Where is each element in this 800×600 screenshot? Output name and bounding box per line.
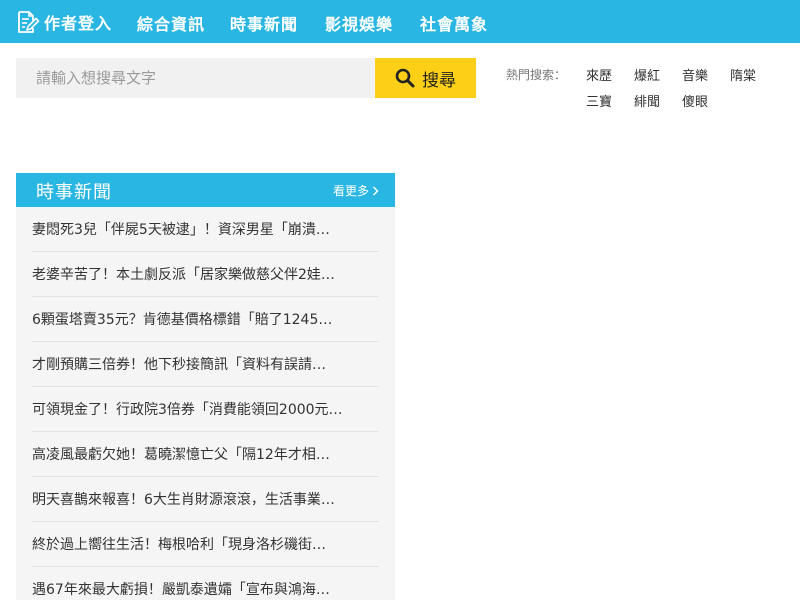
author-login-label: 作者登入 (44, 14, 113, 33)
author-login-link[interactable]: 作者登入 (14, 8, 112, 36)
news-list: 妻悶死3兒「伴屍5天被逮」！資深男星「崩潰… 老婆辛苦了！本土劇反派「居家樂做慈… (16, 207, 395, 600)
nav-item-society[interactable]: 社會萬象 (420, 11, 488, 35)
news-list-item[interactable]: 可領現金了！行政院3倍券「消費能領回2000元… (32, 387, 379, 432)
news-list-item[interactable]: 6顆蛋塔賣35元？肯德基價格標錯「賠了1245… (32, 297, 379, 342)
news-headline: 終於過上嚮往生活！梅根哈利「現身洛杉磯街… (32, 537, 326, 553)
hot-keyword-link[interactable]: 音樂 (682, 65, 708, 84)
nav-item-entertainment[interactable]: 影視娛樂 (325, 11, 393, 35)
see-more-link[interactable]: 看更多 (333, 182, 379, 199)
news-headline: 明天喜鵲來報喜！6大生肖財源滾滾，生活事業… (32, 492, 335, 508)
news-list-item[interactable]: 老婆辛苦了！本土劇反派「居家樂做慈父伴2娃… (32, 252, 379, 297)
hot-keyword-link[interactable]: 爆紅 (634, 65, 660, 84)
top-navigation-bar: 作者登入 綜合資訊 時事新聞 影視娛樂 社會萬象 (0, 0, 800, 43)
news-section-title: 時事新聞 (36, 182, 112, 203)
news-headline: 才剛預購三倍券！他下秒接簡訊「資料有誤請… (32, 357, 326, 373)
news-headline: 妻悶死3兒「伴屍5天被逮」！資深男星「崩潰… (32, 222, 330, 238)
news-headline: 高凌風最虧欠她！葛曉潔憶亡父「隔12年才相… (32, 447, 330, 463)
nav-item-general-info[interactable]: 綜合資訊 (137, 11, 205, 35)
nav-item-current-news[interactable]: 時事新聞 (230, 11, 298, 35)
news-list-item[interactable]: 明天喜鵲來報喜！6大生肖財源滾滾，生活事業… (32, 477, 379, 522)
hot-keyword-link[interactable]: 緋聞 (634, 91, 660, 110)
news-list-item[interactable]: 遇67年來最大虧損！嚴凱泰遺孀「宣布與鴻海… (32, 567, 379, 600)
hot-keyword-link[interactable]: 來歷 (586, 65, 612, 84)
news-section-header: 時事新聞 看更多 (16, 173, 395, 207)
search-button[interactable]: 搜尋 (375, 58, 476, 98)
edit-document-icon (14, 9, 40, 35)
search-icon (395, 68, 415, 88)
chevron-right-icon (369, 186, 379, 196)
news-list-item[interactable]: 妻悶死3兒「伴屍5天被逮」！資深男星「崩潰… (32, 207, 379, 252)
hot-keyword-link[interactable]: 傻眼 (682, 91, 708, 110)
hot-search-label: 熱門搜索： (506, 68, 567, 82)
hot-keyword-link[interactable]: 三寶 (586, 91, 612, 110)
hot-keyword-link[interactable]: 隋棠 (730, 65, 756, 84)
see-more-label: 看更多 (332, 184, 369, 198)
news-headline: 可領現金了！行政院3倍券「消費能領回2000元… (32, 402, 343, 418)
news-headline: 遇67年來最大虧損！嚴凱泰遺孀「宣布與鴻海… (32, 582, 330, 598)
news-list-item[interactable]: 才剛預購三倍券！他下秒接簡訊「資料有誤請… (32, 342, 379, 387)
news-list-item[interactable]: 高凌風最虧欠她！葛曉潔憶亡父「隔12年才相… (32, 432, 379, 477)
news-headline: 6顆蛋塔賣35元？肯德基價格標錯「賠了1245… (32, 312, 333, 328)
news-headline: 老婆辛苦了！本土劇反派「居家樂做慈父伴2娃… (32, 267, 335, 283)
search-button-label: 搜尋 (422, 70, 456, 90)
news-list-item[interactable]: 終於過上嚮往生活！梅根哈利「現身洛杉磯街… (32, 522, 379, 567)
search-input[interactable] (16, 58, 376, 98)
